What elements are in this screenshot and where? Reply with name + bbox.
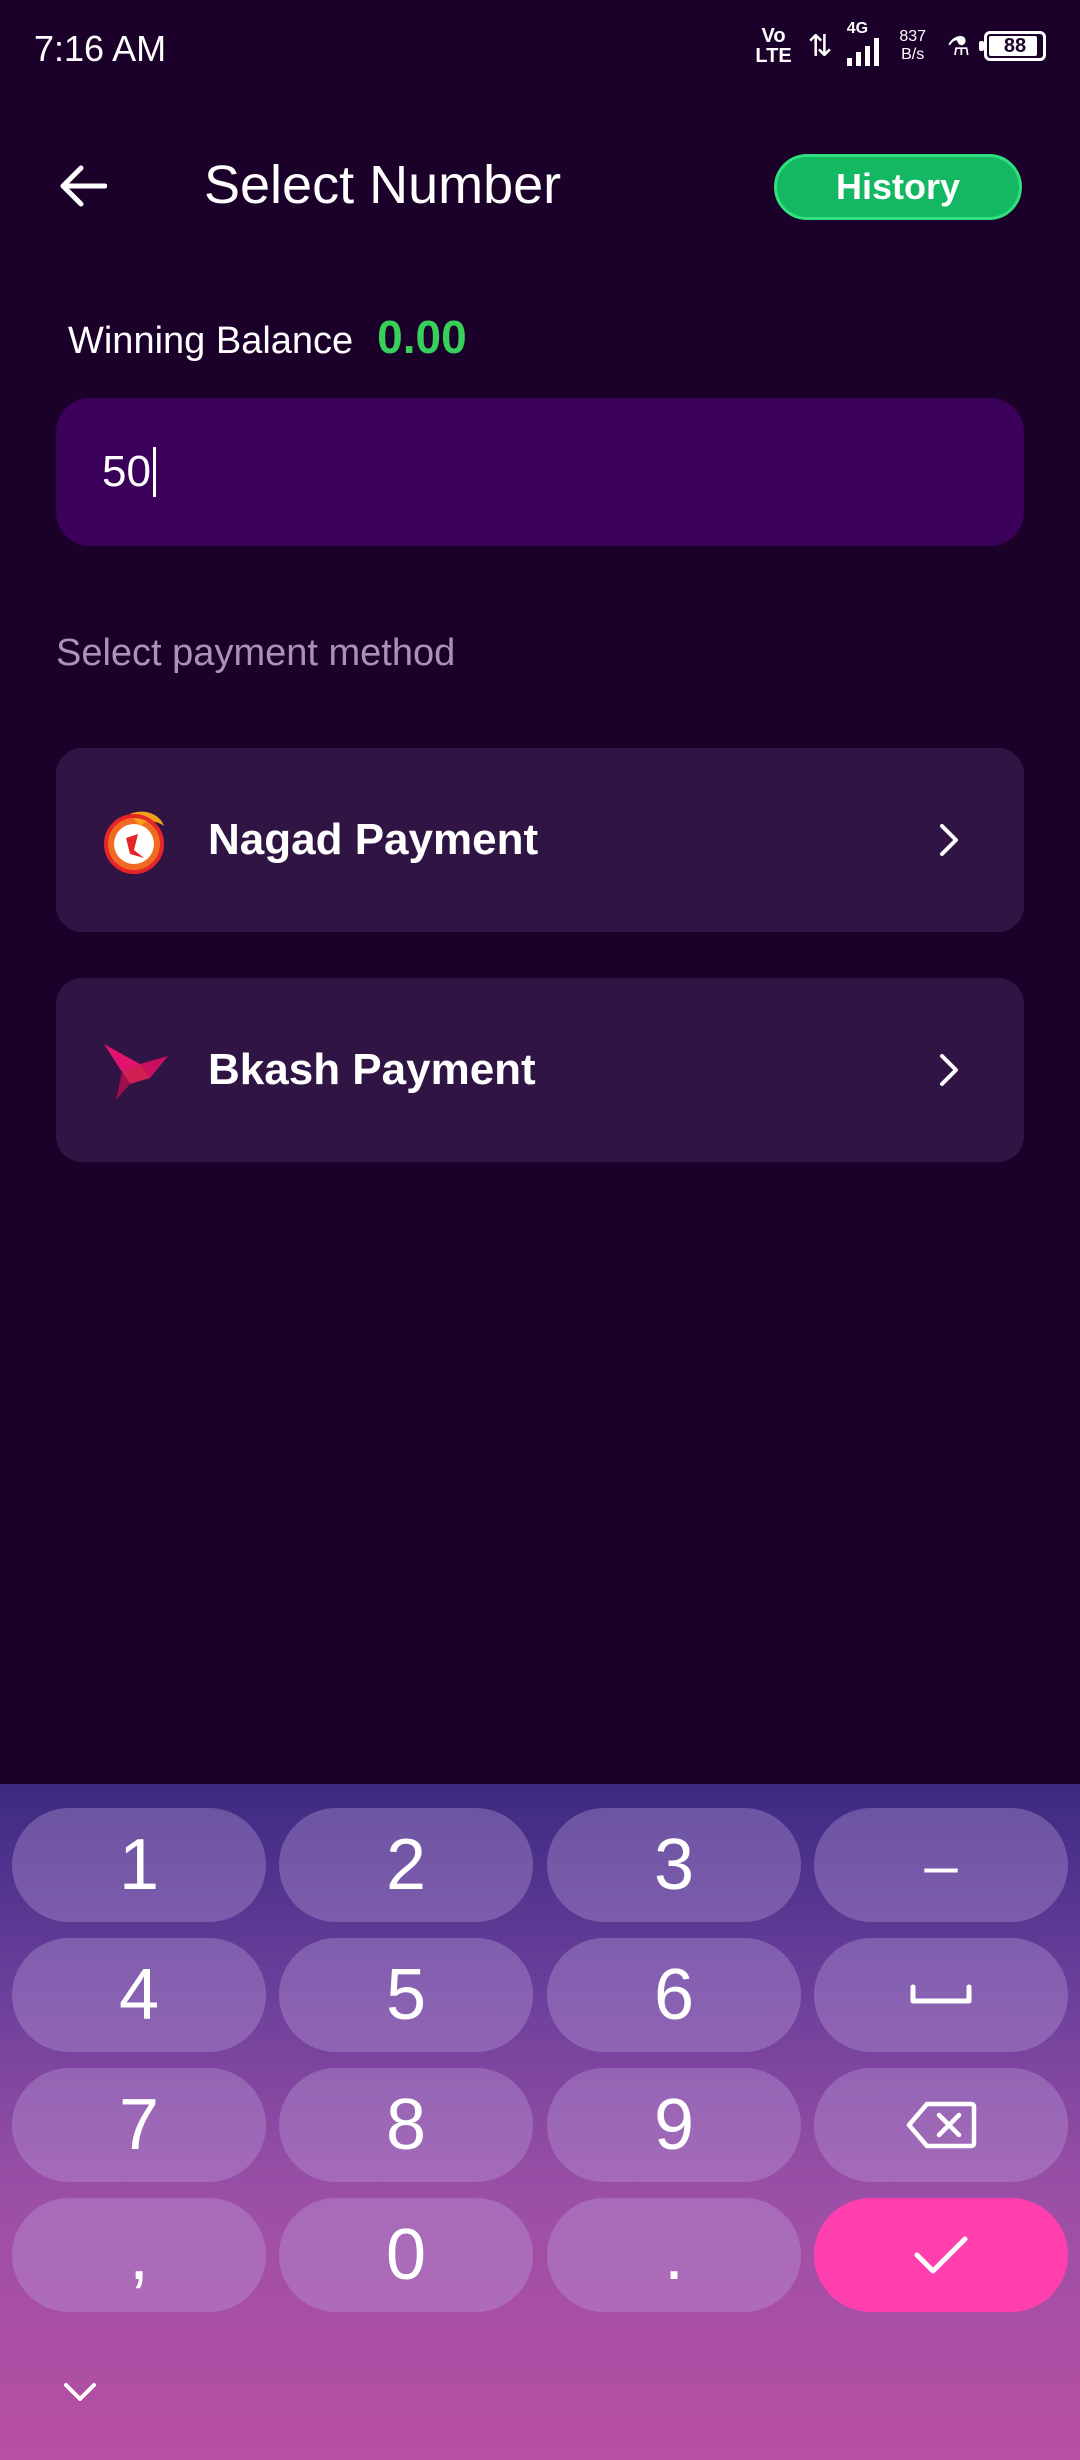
key-enter[interactable] [814, 2198, 1068, 2312]
key-comma[interactable]: , [12, 2198, 266, 2312]
key-3[interactable]: 3 [547, 1808, 801, 1922]
chevron-down-icon [64, 2383, 96, 2401]
key-period[interactable]: . [547, 2198, 801, 2312]
backspace-icon [906, 2101, 977, 2149]
key-minus[interactable]: – [814, 1808, 1068, 1922]
key-space[interactable] [814, 1938, 1068, 2052]
key-backspace[interactable] [814, 2068, 1068, 2182]
text-cursor [152, 447, 156, 497]
arrow-left-icon [60, 165, 107, 207]
amount-input[interactable]: 50 [56, 398, 1024, 546]
payment-method-label: Nagad Payment [208, 815, 539, 864]
back-button[interactable] [54, 158, 110, 214]
key-6[interactable]: 6 [547, 1938, 801, 2052]
key-7[interactable]: 7 [12, 2068, 266, 2182]
status-time: 7:16 AM [34, 28, 167, 69]
volte-icon: Vo LTE [755, 25, 792, 67]
bkash-logo-icon [104, 1044, 168, 1100]
key-0[interactable]: 0 [279, 2198, 533, 2312]
key-8[interactable]: 8 [279, 2068, 533, 2182]
network-speed: 837 B/s [899, 28, 927, 63]
key-9[interactable]: 9 [547, 2068, 801, 2182]
data-transfer-icon: ⇅ [807, 29, 833, 63]
chevron-right-icon [940, 824, 958, 856]
chevron-right-icon [940, 1054, 958, 1086]
signal-icon: 4G [846, 20, 879, 66]
key-1[interactable]: 1 [12, 1808, 266, 1922]
bkash-payment-option[interactable]: Bkash Payment [56, 978, 1024, 1162]
key-5[interactable]: 5 [279, 1938, 533, 2052]
balance-label: Winning Balance [68, 320, 354, 362]
key-2[interactable]: 2 [279, 1808, 533, 1922]
status-bar: 7:16 AM Vo LTE ⇅ 4G 837 B/s ⚗ 88 [0, 0, 1080, 100]
status-icons: Vo LTE ⇅ 4G 837 B/s ⚗ 88 [754, 20, 1046, 67]
numeric-keyboard: 1 2 3 – 4 5 6 7 8 9 , 0 . [0, 1784, 1080, 2460]
balance-value: 0.00 [377, 311, 467, 363]
history-button[interactable]: History [774, 154, 1022, 220]
screen: 7:16 AM Vo LTE ⇅ 4G 837 B/s ⚗ 88 Select … [0, 0, 1080, 2460]
flask-icon: ⚗ [946, 30, 970, 61]
nagad-payment-option[interactable]: Nagad Payment [56, 748, 1024, 932]
space-bar-icon [910, 1984, 972, 2004]
amount-input-value: 50 [102, 447, 151, 496]
keyboard-collapse-button[interactable] [58, 2370, 102, 2414]
page-title: Select Number [204, 155, 562, 215]
nagad-logo-icon [104, 811, 164, 874]
battery-icon: 88 [979, 31, 1046, 61]
key-4[interactable]: 4 [12, 1938, 266, 2052]
payment-method-heading: Select payment method [56, 632, 456, 674]
payment-method-label: Bkash Payment [208, 1045, 536, 1094]
network-type-label: 4G [846, 20, 869, 37]
battery-level: 88 [1003, 34, 1027, 57]
checkmark-icon [914, 2236, 968, 2274]
balance-row: Winning Balance 0.00 [68, 310, 467, 364]
